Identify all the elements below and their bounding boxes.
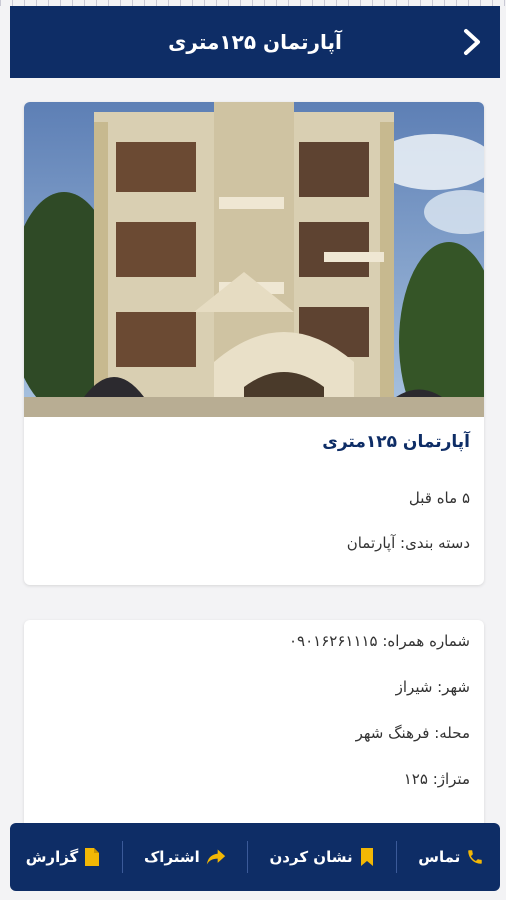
- bookmark-label: نشان کردن: [269, 848, 353, 866]
- divider: [247, 841, 249, 873]
- area-line: محله: فرهنگ شهر: [355, 724, 470, 742]
- share-button[interactable]: اشتراک: [134, 848, 236, 866]
- chevron-right-icon: [461, 28, 483, 56]
- posted-time: ۵ ماه قبل: [408, 489, 470, 507]
- call-label: تماس: [418, 848, 461, 866]
- divider: [395, 841, 397, 873]
- size-line: متراژ: ۱۲۵: [403, 770, 470, 788]
- phone-icon: [466, 848, 484, 866]
- document-icon: [84, 847, 100, 867]
- listing-photo[interactable]: [24, 102, 484, 442]
- page-title: آپارتمان ۱۲۵متری: [168, 30, 342, 54]
- city-line: شهر: شیراز: [395, 678, 470, 696]
- app-header: آپارتمان ۱۲۵متری: [10, 6, 500, 78]
- share-label: اشتراک: [143, 848, 200, 866]
- ad-card: آپارتمان ۱۲۵متری ۵ ماه قبل دسته بندی: آپ…: [24, 102, 484, 585]
- report-button[interactable]: گزارش: [16, 847, 111, 867]
- phone-line[interactable]: شماره همراه: ۰۹۰۱۶۲۶۱۱۱۵: [289, 632, 470, 650]
- report-label: گزارش: [25, 848, 79, 866]
- share-icon: [206, 848, 226, 866]
- action-bar: تماس نشان کردن اشتراک گزارش: [10, 823, 500, 891]
- ad-title: آپارتمان ۱۲۵متری: [322, 432, 470, 452]
- divider: [121, 841, 123, 873]
- details-card: شماره همراه: ۰۹۰۱۶۲۶۱۱۱۵ شهر: شیراز محله…: [24, 620, 484, 840]
- category-line: دسته بندی: آپارتمان: [346, 534, 470, 552]
- back-button[interactable]: [458, 28, 486, 56]
- bookmark-button[interactable]: نشان کردن: [260, 847, 385, 867]
- bookmark-icon: [359, 847, 375, 867]
- call-button[interactable]: تماس: [408, 848, 494, 866]
